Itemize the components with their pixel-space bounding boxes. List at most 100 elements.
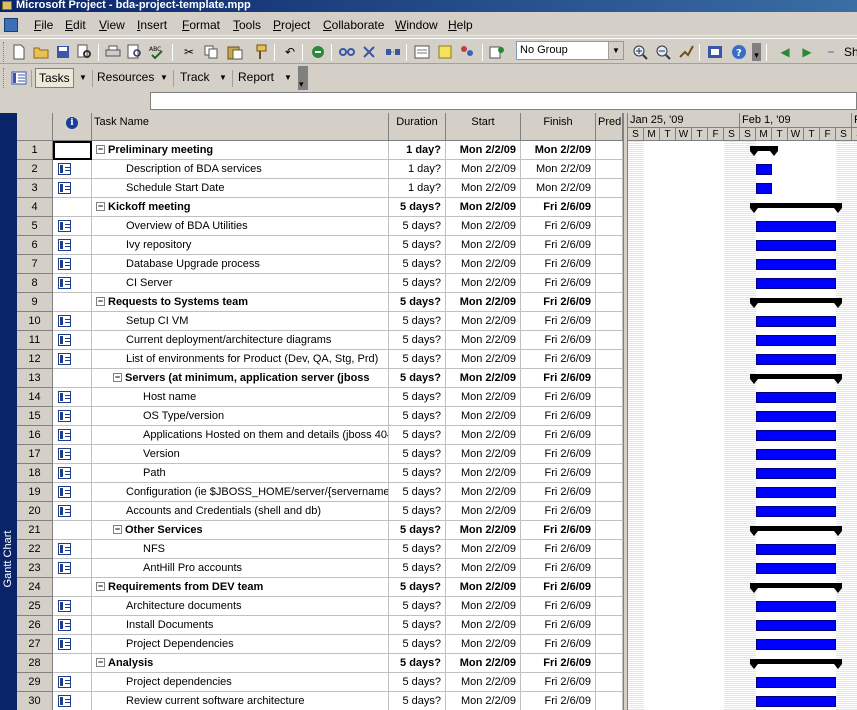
duration-cell[interactable]: 5 days?	[389, 692, 446, 710]
start-cell[interactable]: Mon 2/2/09	[446, 217, 521, 236]
row-id-cell[interactable]: 26	[17, 616, 53, 635]
task-name-cell[interactable]: Architecture documents	[92, 597, 389, 616]
predecessors-cell[interactable]	[596, 692, 623, 710]
tasks-guide-button[interactable]: Tasks	[35, 68, 74, 88]
view-sidebar[interactable]: Gantt Chart	[0, 113, 17, 710]
table-row[interactable]: 8 CI Server 5 days? Mon 2/2/09 Fri 2/6/09	[17, 274, 623, 293]
finish-cell[interactable]: Fri 2/6/09	[521, 521, 596, 540]
row-id-cell[interactable]: 16	[17, 426, 53, 445]
print-preview-icon[interactable]	[126, 43, 144, 61]
summary-bar[interactable]	[750, 374, 842, 384]
summary-bar[interactable]	[750, 583, 842, 593]
start-cell[interactable]: Mon 2/2/09	[446, 483, 521, 502]
start-column-header[interactable]: Start	[446, 113, 521, 141]
tasks-dropdown-icon[interactable]: ▼	[79, 68, 87, 88]
task-bar[interactable]	[756, 639, 836, 650]
task-name-cell[interactable]: Description of BDA services	[92, 160, 389, 179]
table-row[interactable]: 13 − Servers (at minimum, application serv…	[17, 369, 623, 388]
finish-cell[interactable]: Fri 2/6/09	[521, 654, 596, 673]
finish-cell[interactable]: Fri 2/6/09	[521, 331, 596, 350]
task-name-cell[interactable]: Setup CI VM	[92, 312, 389, 331]
table-row[interactable]: 7 Database Upgrade process 5 days? Mon 2/2/…	[17, 255, 623, 274]
task-name-cell[interactable]: Review current software architecture	[92, 692, 389, 710]
finish-cell[interactable]: Fri 2/6/09	[521, 540, 596, 559]
predecessors-cell[interactable]	[596, 559, 623, 578]
minus-icon[interactable]: −	[822, 43, 840, 61]
table-row[interactable]: 22 NFS 5 days? Mon 2/2/09 Fri 2/6/09	[17, 540, 623, 559]
row-id-cell[interactable]: 27	[17, 635, 53, 654]
save-icon[interactable]	[54, 43, 72, 61]
predecessors-cell[interactable]	[596, 426, 623, 445]
task-bar[interactable]	[756, 240, 836, 251]
indicators-column-header[interactable]: i	[53, 113, 92, 141]
collapse-icon[interactable]: −	[96, 145, 105, 154]
finish-cell[interactable]: Fri 2/6/09	[521, 578, 596, 597]
table-row[interactable]: 2 Description of BDA services 1 day? Mon 2/…	[17, 160, 623, 179]
table-row[interactable]: 1− Preliminary meeting 1 day? Mon 2/2/09 Mon…	[17, 141, 623, 160]
table-row[interactable]: 4− Kickoff meeting 5 days? Mon 2/2/09 Fri 2/…	[17, 198, 623, 217]
menu-view[interactable]: View	[99, 18, 125, 32]
start-cell[interactable]: Mon 2/2/09	[446, 369, 521, 388]
task-name-cell[interactable]: Overview of BDA Utilities	[92, 217, 389, 236]
menu-window[interactable]: Window	[395, 18, 438, 32]
finish-cell[interactable]: Fri 2/6/09	[521, 350, 596, 369]
table-row[interactable]: 17 Version 5 days? Mon 2/2/09 Fri 2/6/09	[17, 445, 623, 464]
insert-hyperlink-icon[interactable]	[309, 43, 327, 61]
task-name-cell[interactable]: Path	[92, 464, 389, 483]
format-painter-icon[interactable]	[250, 43, 268, 61]
open-icon[interactable]	[32, 43, 50, 61]
menu-collaborate[interactable]: Collaborate	[323, 18, 384, 32]
duration-cell[interactable]: 5 days?	[389, 616, 446, 635]
row-id-cell[interactable]: 2	[17, 160, 53, 179]
toolbar-grip[interactable]	[3, 68, 6, 88]
task-bar[interactable]	[756, 430, 836, 441]
predecessors-cell[interactable]	[596, 160, 623, 179]
start-cell[interactable]: Mon 2/2/09	[446, 407, 521, 426]
predecessors-cell[interactable]	[596, 578, 623, 597]
menu-file[interactable]: File	[34, 18, 53, 32]
arrow-left-icon[interactable]: ◀	[776, 43, 794, 61]
table-row[interactable]: 29 Project dependencies 5 days? Mon 2/2/09 F…	[17, 673, 623, 692]
task-information-icon[interactable]	[413, 43, 431, 61]
predecessors-cell[interactable]	[596, 293, 623, 312]
row-id-cell[interactable]: 6	[17, 236, 53, 255]
summary-bar[interactable]	[750, 659, 842, 669]
task-bar[interactable]	[756, 221, 836, 232]
start-cell[interactable]: Mon 2/2/09	[446, 274, 521, 293]
row-id-cell[interactable]: 28	[17, 654, 53, 673]
start-cell[interactable]: Mon 2/2/09	[446, 559, 521, 578]
start-cell[interactable]: Mon 2/2/09	[446, 331, 521, 350]
report-dropdown-icon[interactable]: ▼	[284, 68, 292, 88]
finish-cell[interactable]: Fri 2/6/09	[521, 616, 596, 635]
predecessors-column-header[interactable]: Pred	[596, 113, 623, 141]
table-row[interactable]: 21− Other Services 5 days? Mon 2/2/09 Fri 2/…	[17, 521, 623, 540]
start-cell[interactable]: Mon 2/2/09	[446, 388, 521, 407]
finish-cell[interactable]: Fri 2/6/09	[521, 312, 596, 331]
task-name-cell[interactable]: Database Upgrade process	[92, 255, 389, 274]
project-guide-icon[interactable]	[10, 69, 28, 87]
search-file-icon[interactable]	[76, 43, 94, 61]
row-id-cell[interactable]: 8	[17, 274, 53, 293]
entry-field[interactable]	[150, 92, 857, 110]
predecessors-cell[interactable]	[596, 255, 623, 274]
duration-cell[interactable]: 5 days?	[389, 331, 446, 350]
table-row[interactable]: 12 List of environments for Product (Dev,…	[17, 350, 623, 369]
table-row[interactable]: 6 Ivy repository 5 days? Mon 2/2/09 Fri 2/6/…	[17, 236, 623, 255]
task-bar[interactable]	[756, 563, 836, 574]
row-id-cell[interactable]: 13	[17, 369, 53, 388]
row-id-cell[interactable]: 29	[17, 673, 53, 692]
predecessors-cell[interactable]	[596, 407, 623, 426]
row-id-cell[interactable]: 17	[17, 445, 53, 464]
new-icon[interactable]	[10, 43, 28, 61]
copy-picture-icon[interactable]	[706, 43, 724, 61]
predecessors-cell[interactable]	[596, 388, 623, 407]
table-row[interactable]: 24− Requirements from DEV team 5 days? Mon …	[17, 578, 623, 597]
task-bar[interactable]	[756, 335, 836, 346]
duration-cell[interactable]: 5 days?	[389, 654, 446, 673]
table-row[interactable]: 27 Project Dependencies 5 days? Mon 2/2/09 F…	[17, 635, 623, 654]
start-cell[interactable]: Mon 2/2/09	[446, 464, 521, 483]
predecessors-cell[interactable]	[596, 350, 623, 369]
duration-cell[interactable]: 5 days?	[389, 597, 446, 616]
finish-cell[interactable]: Mon 2/2/09	[521, 160, 596, 179]
task-notes-icon[interactable]	[436, 43, 454, 61]
